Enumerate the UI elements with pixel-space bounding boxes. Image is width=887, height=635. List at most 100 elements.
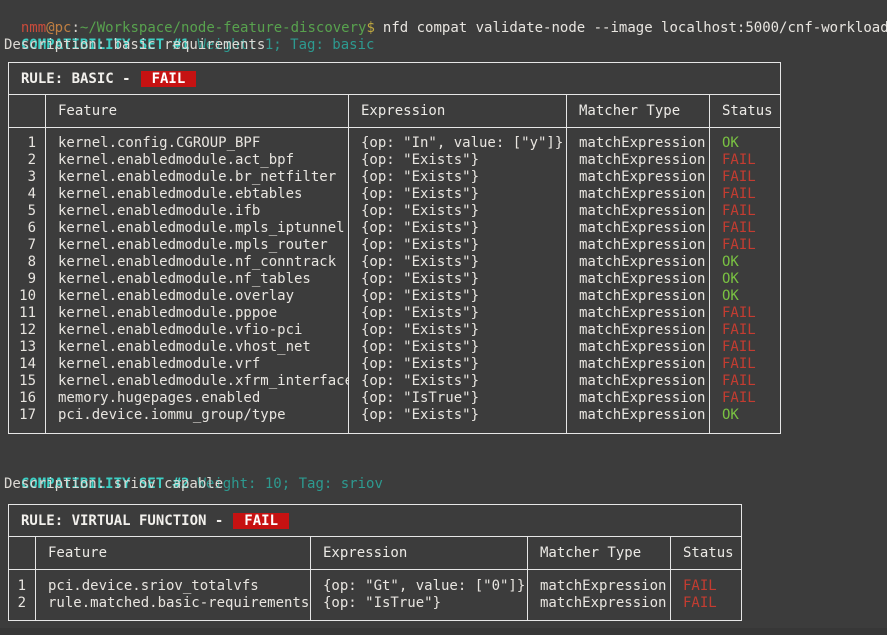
- prompt-host: @pc: [46, 20, 71, 36]
- status-cell: FAIL: [710, 373, 781, 390]
- row-number-cell: 2: [9, 595, 36, 621]
- expression-cell: {op: "Exists"}: [349, 322, 567, 339]
- table-row: 1kernel.config.CGROUP_BPF{op: "In", valu…: [9, 128, 781, 153]
- expression-cell: {op: "IsTrue"}: [349, 390, 567, 407]
- status-cell: FAIL: [710, 237, 781, 254]
- feature-cell: kernel.enabledmodule.nf_conntrack: [46, 254, 349, 271]
- table-row: 13kernel.enabledmodule.vhost_net{op: "Ex…: [9, 339, 781, 356]
- expression-cell: {op: "IsTrue"}: [311, 595, 528, 621]
- status-cell: OK: [710, 271, 781, 288]
- expression-cell: {op: "Exists"}: [349, 288, 567, 305]
- matcher-type-cell: matchExpression: [567, 407, 710, 434]
- expression-cell: {op: "In", value: ["y"]}: [349, 128, 567, 153]
- status-cell: FAIL: [710, 186, 781, 203]
- status-cell: FAIL: [671, 595, 742, 621]
- feature-cell: memory.hugepages.enabled: [46, 390, 349, 407]
- feature-cell: kernel.enabledmodule.vfio-pci: [46, 322, 349, 339]
- expression-header: Expression: [349, 95, 567, 128]
- matcher-type-cell: matchExpression: [567, 237, 710, 254]
- row-number-cell: 5: [9, 203, 46, 220]
- prompt-path: ~/Workspace/node-feature-discovery: [80, 20, 367, 36]
- status-cell: FAIL: [710, 220, 781, 237]
- row-number-header: [9, 95, 46, 128]
- rule-status-badge: FAIL: [233, 513, 289, 529]
- table-row: 4kernel.enabledmodule.ebtables{op: "Exis…: [9, 186, 781, 203]
- matcher-type-cell: matchExpression: [567, 390, 710, 407]
- expression-cell: {op: "Exists"}: [349, 339, 567, 356]
- matcher-type-cell: matchExpression: [567, 271, 710, 288]
- expression-header: Expression: [311, 537, 528, 570]
- feature-cell: kernel.enabledmodule.mpls_iptunnel: [46, 220, 349, 237]
- table-row: 16memory.hugepages.enabled{op: "IsTrue"}…: [9, 390, 781, 407]
- status-cell: FAIL: [710, 339, 781, 356]
- shell-prompt-line[interactable]: nmm@pc:~/Workspace/node-feature-discover…: [4, 3, 887, 20]
- feature-cell: kernel.enabledmodule.ifb: [46, 203, 349, 220]
- feature-cell: kernel.enabledmodule.pppoe: [46, 305, 349, 322]
- matcher-type-cell: matchExpression: [567, 305, 710, 322]
- set1-description: Description: basic requirements: [4, 37, 887, 54]
- row-number-cell: 8: [9, 254, 46, 271]
- table-row: 1pci.device.sriov_totalvfs{op: "Gt", val…: [9, 570, 742, 596]
- row-number-cell: 4: [9, 186, 46, 203]
- terminal-window[interactable]: { "prompt": { "user": "nmm", "at_host": …: [0, 0, 887, 635]
- feature-header: Feature: [46, 95, 349, 128]
- row-number-cell: 7: [9, 237, 46, 254]
- status-header: Status: [710, 95, 781, 128]
- table-row: 17pci.device.iommu_group/type{op: "Exist…: [9, 407, 781, 434]
- table-row: 15kernel.enabledmodule.xfrm_interface{op…: [9, 373, 781, 390]
- column-header-row: Feature Expression Matcher Type Status: [9, 95, 781, 128]
- set2-meta: Weight: 10; Tag: sriov: [197, 476, 382, 492]
- matcher-type-cell: matchExpression: [528, 570, 671, 596]
- row-number-cell: 1: [9, 570, 36, 596]
- feature-cell: pci.device.iommu_group/type: [46, 407, 349, 434]
- matcher-type-cell: matchExpression: [567, 128, 710, 153]
- feature-cell: kernel.enabledmodule.br_netfilter: [46, 169, 349, 186]
- row-number-header: [9, 537, 36, 570]
- row-number-cell: 13: [9, 339, 46, 356]
- row-number-cell: 11: [9, 305, 46, 322]
- feature-cell: kernel.enabledmodule.vrf: [46, 356, 349, 373]
- row-number-cell: 10: [9, 288, 46, 305]
- rule-header-cell: RULE: BASIC -FAIL: [9, 63, 781, 95]
- expression-cell: {op: "Exists"}: [349, 169, 567, 186]
- status-cell: FAIL: [710, 322, 781, 339]
- status-cell: FAIL: [710, 203, 781, 220]
- compat-set-1-table: RULE: BASIC -FAIL Feature Expression Mat…: [8, 62, 781, 434]
- feature-cell: kernel.enabledmodule.ebtables: [46, 186, 349, 203]
- expression-cell: {op: "Exists"}: [349, 373, 567, 390]
- feature-cell: kernel.enabledmodule.nf_tables: [46, 271, 349, 288]
- expression-cell: {op: "Exists"}: [349, 254, 567, 271]
- table-row: 7kernel.enabledmodule.mpls_router{op: "E…: [9, 237, 781, 254]
- feature-cell: rule.matched.basic-requirements: [36, 595, 311, 621]
- column-header-row: Feature Expression Matcher Type Status: [9, 537, 742, 570]
- feature-cell: kernel.enabledmodule.overlay: [46, 288, 349, 305]
- rule-label: RULE: BASIC -: [21, 71, 131, 87]
- row-number-cell: 9: [9, 271, 46, 288]
- prompt-symbol: $: [366, 20, 374, 36]
- feature-cell: pci.device.sriov_totalvfs: [36, 570, 311, 596]
- status-cell: FAIL: [671, 570, 742, 596]
- status-cell: FAIL: [710, 390, 781, 407]
- status-cell: FAIL: [710, 305, 781, 322]
- feature-cell: kernel.enabledmodule.xfrm_interface: [46, 373, 349, 390]
- status-cell: OK: [710, 128, 781, 153]
- matcher-type-cell: matchExpression: [567, 356, 710, 373]
- command-text: nfd compat validate-node --image localho…: [383, 20, 887, 36]
- table-row: 8kernel.enabledmodule.nf_conntrack{op: "…: [9, 254, 781, 271]
- table-row: 3kernel.enabledmodule.br_netfilter{op: "…: [9, 169, 781, 186]
- status-cell: OK: [710, 288, 781, 305]
- row-number-cell: 15: [9, 373, 46, 390]
- table-row: 9kernel.enabledmodule.nf_tables{op: "Exi…: [9, 271, 781, 288]
- table-row: 5kernel.enabledmodule.ifb{op: "Exists"}m…: [9, 203, 781, 220]
- row-number-cell: 1: [9, 128, 46, 153]
- feature-cell: kernel.enabledmodule.vhost_net: [46, 339, 349, 356]
- status-cell: OK: [710, 407, 781, 434]
- row-number-cell: 16: [9, 390, 46, 407]
- expression-cell: {op: "Exists"}: [349, 203, 567, 220]
- expression-cell: {op: "Exists"}: [349, 186, 567, 203]
- status-cell: FAIL: [710, 169, 781, 186]
- expression-cell: {op: "Exists"}: [349, 305, 567, 322]
- expression-cell: {op: "Exists"}: [349, 271, 567, 288]
- rule-label: RULE: VIRTUAL FUNCTION -: [21, 513, 223, 529]
- matcher-type-header: Matcher Type: [567, 95, 710, 128]
